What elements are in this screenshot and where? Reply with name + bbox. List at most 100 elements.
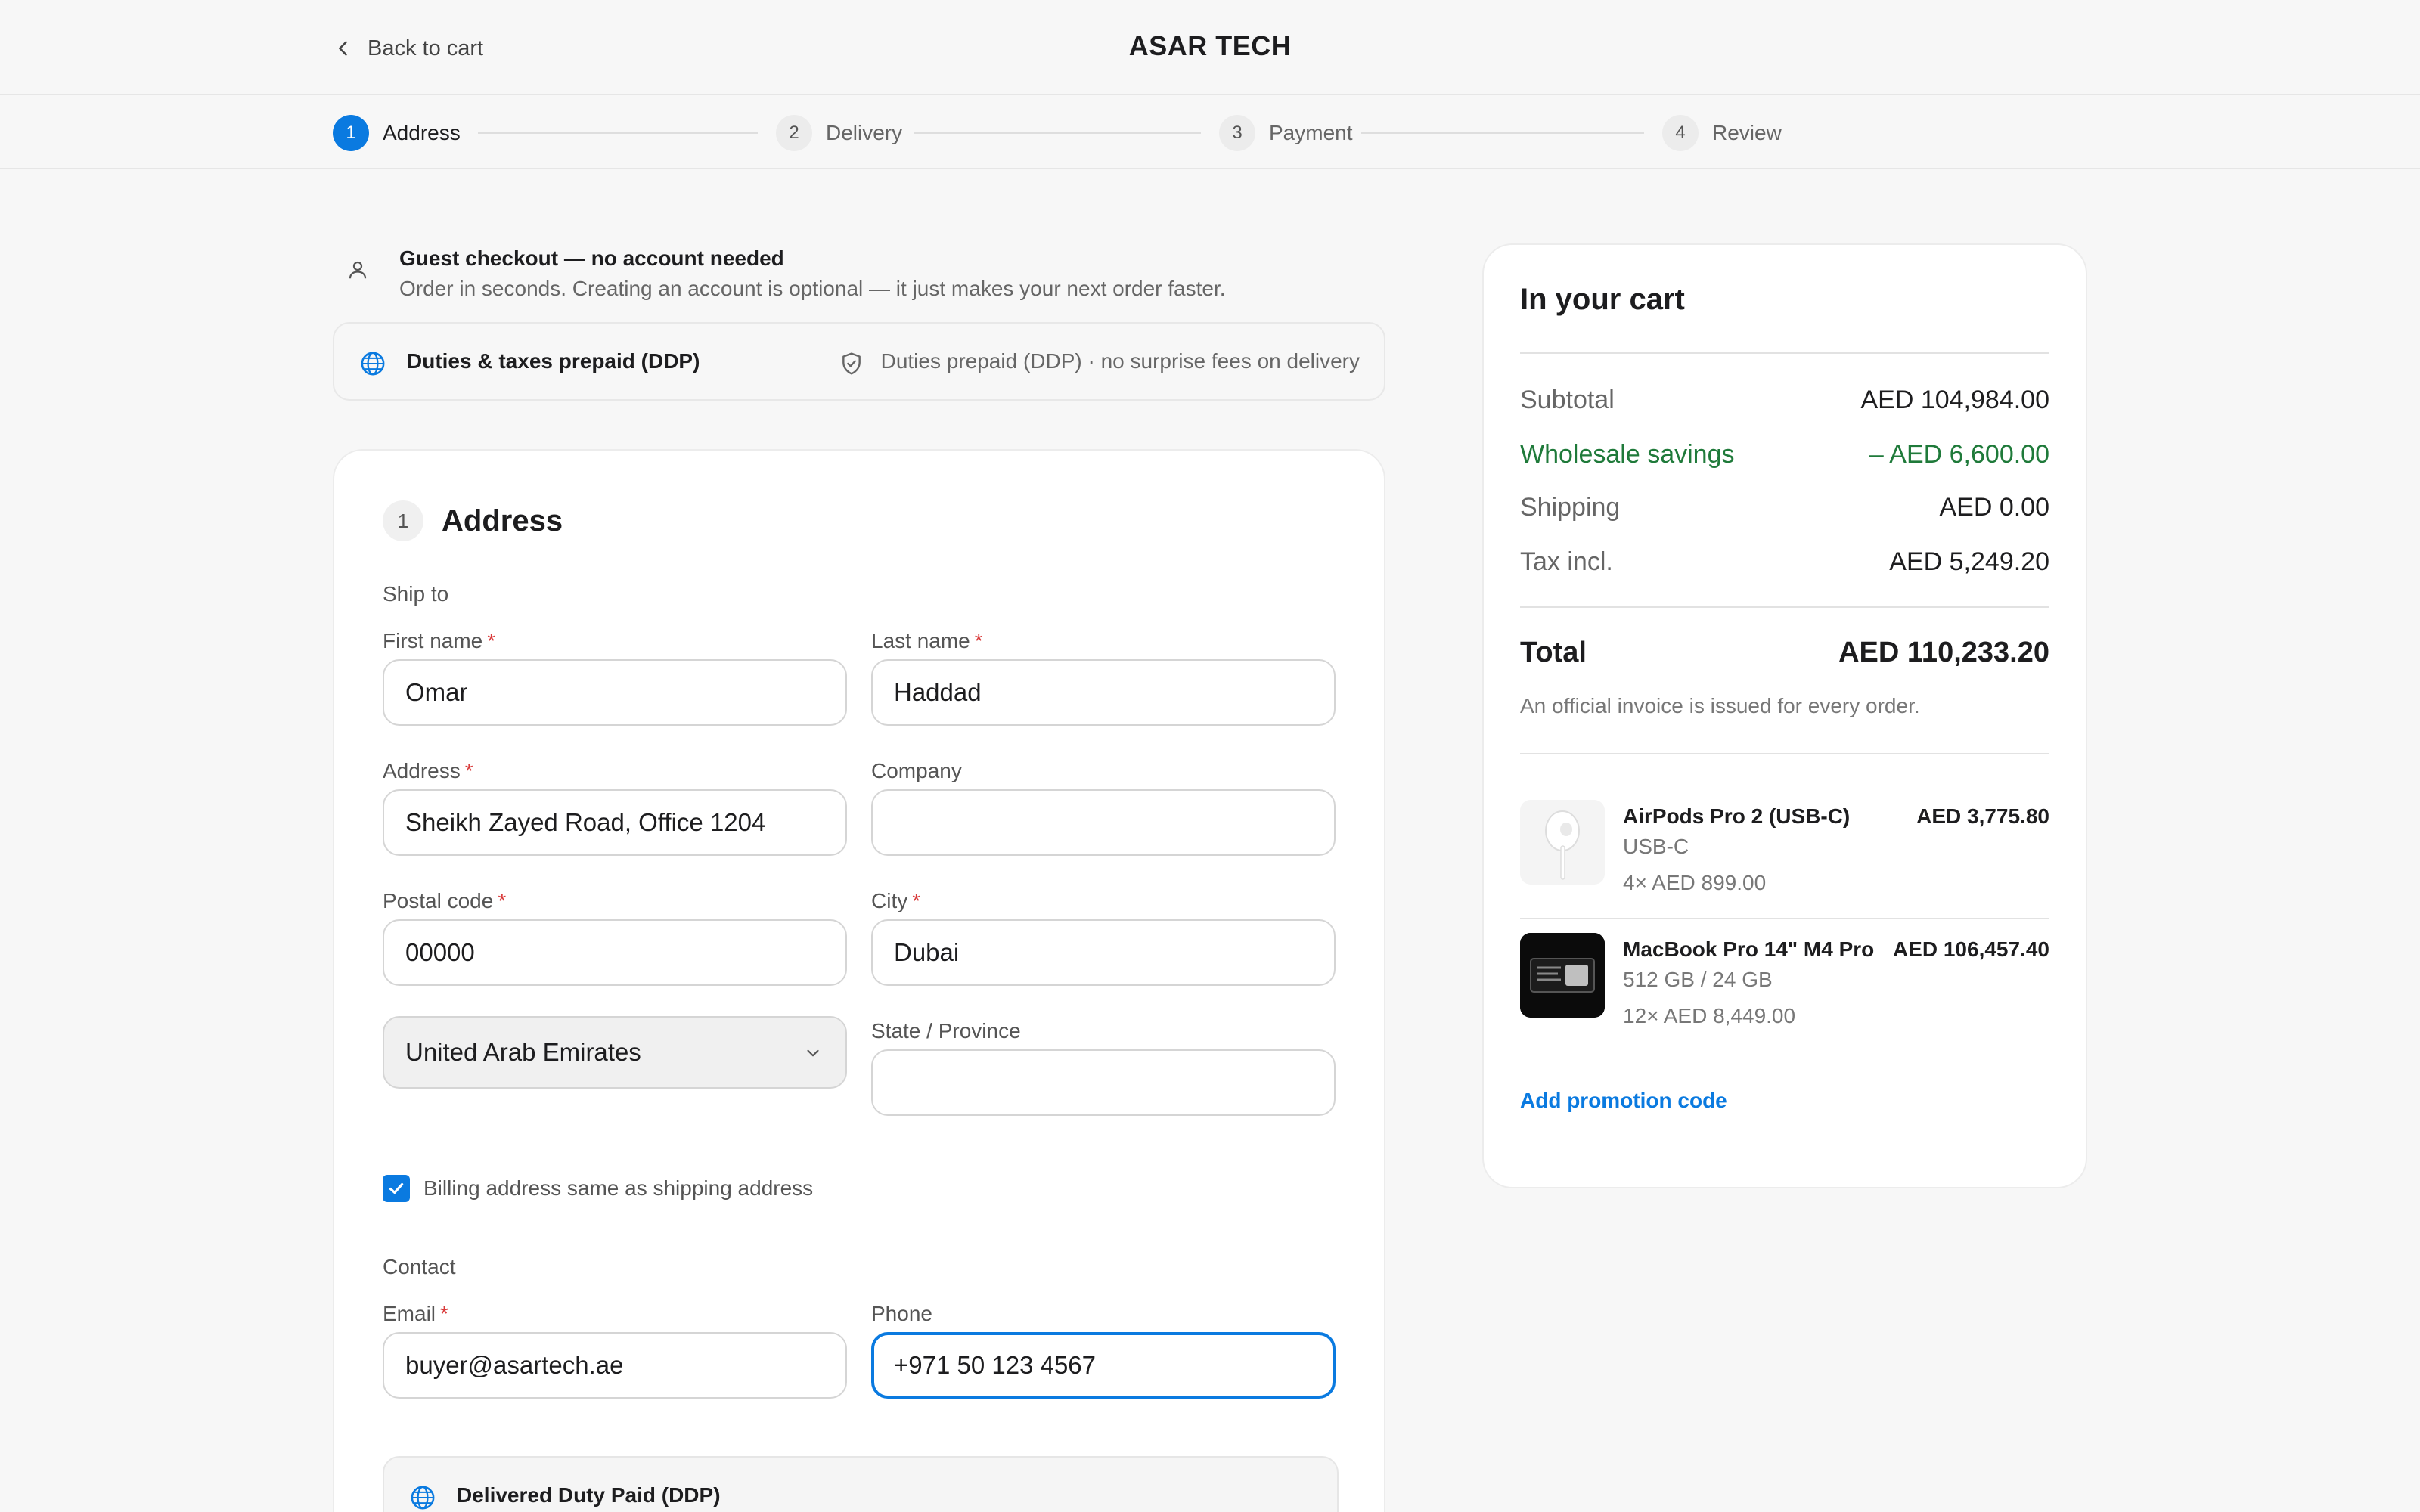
required-marker: * [912, 889, 921, 912]
item-price: AED 106,457.40 [1892, 937, 2049, 961]
address-section-title: 1 Address [383, 500, 563, 541]
postal-code-label: Postal code * [383, 889, 847, 919]
state-field: State / Province [871, 1019, 1336, 1116]
company-label: Company [871, 759, 1336, 789]
subtotal-row: Subtotal AED 104,984.00 [1520, 386, 2049, 415]
last-name-label: Last name * [871, 629, 1336, 659]
subtotal-value: AED 104,984.00 [1860, 386, 2049, 414]
billing-same-row: Billing address same as shipping address [383, 1175, 813, 1202]
country-select[interactable]: United Arab Emirates [383, 1016, 847, 1089]
item-name: MacBook Pro 14" M4 Pro [1623, 937, 1875, 961]
phone-label-text: Phone [871, 1302, 932, 1325]
phone-label: Phone [871, 1302, 1336, 1332]
ddp-info-box: Delivered Duty Paid (DDP) [383, 1456, 1339, 1512]
section-number: 1 [383, 500, 424, 541]
divider [1520, 918, 2049, 919]
step-label: Payment [1269, 121, 1353, 144]
state-label: State / Province [871, 1019, 1336, 1049]
address-label: Address * [383, 759, 847, 789]
item-name: AirPods Pro 2 (USB-C) [1623, 804, 1851, 828]
item-variant: USB-C [1623, 835, 1689, 858]
city-label: City * [871, 889, 1336, 919]
step-review[interactable]: 4 Review [1662, 115, 1782, 151]
shield-check-icon [842, 352, 861, 375]
last-name-label-text: Last name [871, 629, 970, 652]
address-field: Address * [383, 759, 847, 856]
company-label-text: Company [871, 759, 962, 782]
last-name-input[interactable] [871, 659, 1336, 726]
step-delivery[interactable]: 2 Delivery [776, 115, 902, 151]
ddp-bar-note: Duties prepaid (DDP) · no surprise fees … [880, 349, 1360, 373]
first-name-field: First name * [383, 629, 847, 726]
phone-field: Phone [871, 1302, 1336, 1399]
shipping-label: Shipping [1520, 493, 1621, 522]
brand-logo: ASAR TECH [1128, 30, 1292, 61]
cart-title: In your cart [1520, 283, 1685, 316]
company-input[interactable] [871, 789, 1336, 856]
address-card: 1 Address Ship to First name* Last name*… [333, 449, 1385, 1512]
postal-code-input[interactable] [383, 919, 847, 986]
guest-title: Guest checkout — no account needed [399, 246, 784, 270]
item-quantity: 12× AED 8,449.00 [1623, 1004, 1796, 1027]
email-label-text: Email [383, 1302, 436, 1325]
guest-subtitle: Order in seconds. Creating an account is… [399, 277, 1226, 300]
total-value: AED 110,233.20 [1838, 637, 2049, 668]
billing-same-checkbox[interactable] [383, 1175, 410, 1202]
step-payment[interactable]: 3 Payment [1219, 115, 1353, 151]
first-name-input[interactable] [383, 659, 847, 726]
contact-label: Contact [383, 1255, 456, 1278]
ddp-info-bar: Duties & taxes prepaid (DDP) Duties prep… [333, 322, 1385, 401]
ship-to-label: Ship to [383, 582, 449, 606]
cart-item: AirPods Pro 2 (USB-C) USB-C 4× AED 899.0… [1520, 792, 2049, 906]
city-label-text: City [871, 889, 908, 912]
billing-same-label: Billing address same as shipping address [424, 1176, 814, 1200]
subtotal-label: Subtotal [1520, 386, 1615, 414]
postal-code-field: Postal code * [383, 889, 847, 986]
phone-input[interactable] [871, 1332, 1336, 1399]
step-label: Address [383, 121, 461, 144]
required-marker: * [487, 629, 496, 652]
postal-code-label-text: Postal code [383, 889, 494, 912]
divider [1520, 352, 2049, 354]
savings-value: – AED 6,600.00 [1869, 440, 2049, 469]
globe-icon [411, 1486, 435, 1510]
state-input[interactable] [871, 1049, 1336, 1116]
address-input[interactable] [383, 789, 847, 856]
shipping-value: AED 0.00 [1939, 493, 2049, 522]
step-address[interactable]: 1 Address [333, 115, 461, 151]
shipping-row: Shipping AED 0.00 [1520, 493, 2049, 522]
first-name-label: First name * [383, 629, 847, 659]
tax-label: Tax incl. [1520, 547, 1613, 576]
top-header: Back to cart ASAR TECH [0, 0, 2420, 95]
user-icon [349, 261, 367, 279]
invoice-note: An official invoice is issued for every … [1520, 694, 1920, 717]
savings-label: Wholesale savings [1520, 440, 1735, 469]
ddp-bar-title: Duties & taxes prepaid (DDP) [407, 349, 700, 373]
section-heading: Address [442, 503, 563, 538]
checkmark-icon [389, 1182, 404, 1194]
country-value: United Arab Emirates [405, 1038, 641, 1066]
required-marker: * [440, 1302, 448, 1325]
chevron-down-icon [807, 1049, 819, 1057]
cart-item: MacBook Pro 14" M4 Pro 512 GB / 24 GB 12… [1520, 925, 2049, 1039]
globe-icon [361, 352, 385, 376]
add-promotion-code-link[interactable]: Add promotion code [1520, 1089, 1727, 1113]
item-quantity: 4× AED 899.00 [1623, 871, 1767, 894]
city-field: City * [871, 889, 1336, 986]
step-connector [1361, 132, 1644, 134]
step-connector [478, 132, 758, 134]
airpods-thumbnail [1520, 800, 1605, 885]
email-input[interactable] [383, 1332, 847, 1399]
city-input[interactable] [871, 919, 1336, 986]
tax-row: Tax incl. AED 5,249.20 [1520, 547, 2049, 577]
email-field: Email * [383, 1302, 847, 1399]
step-number: 4 [1662, 115, 1699, 151]
step-number: 3 [1219, 115, 1255, 151]
guest-checkout-banner: Guest checkout — no account needed Order… [333, 240, 1384, 308]
step-number: 2 [776, 115, 812, 151]
last-name-field: Last name * [871, 629, 1336, 726]
required-marker: * [498, 889, 507, 912]
first-name-label-text: First name [383, 629, 483, 652]
step-connector [914, 132, 1201, 134]
email-label: Email * [383, 1302, 847, 1332]
